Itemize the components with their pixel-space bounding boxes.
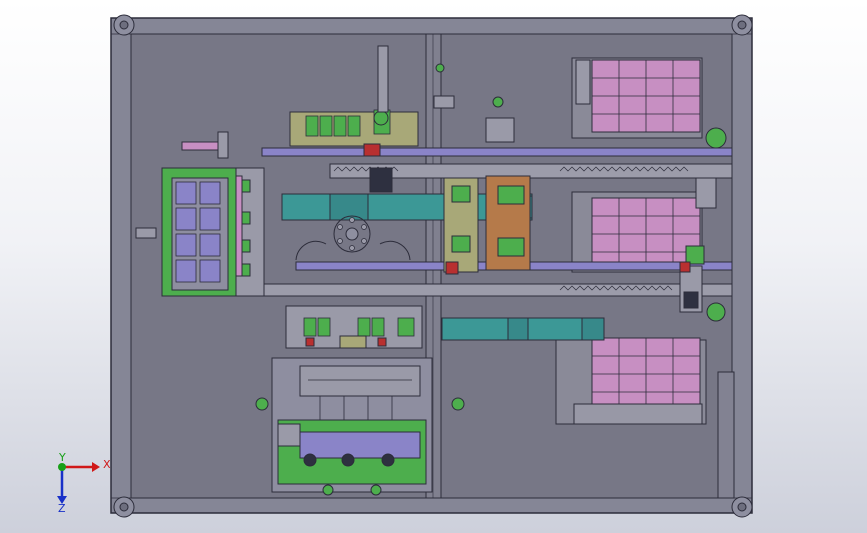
bottom-fixture-station	[271, 357, 433, 493]
corner-bolt-top-right	[731, 14, 753, 36]
x-axis-label: X	[103, 458, 111, 471]
lower-gripper-module	[285, 305, 423, 349]
y-axis-label: Y	[58, 451, 66, 464]
corner-bolt-top-left	[113, 14, 135, 36]
cad-viewport[interactable]: X Y Z	[0, 0, 867, 533]
y-axis-dot	[58, 463, 66, 471]
left-fixture-block	[161, 167, 265, 297]
coordinate-triad: X Y Z	[57, 451, 111, 515]
z-axis-label: Z	[58, 502, 66, 515]
side-panel-right	[717, 371, 735, 499]
orange-module	[443, 175, 531, 275]
lower-teal-conveyor	[441, 317, 605, 341]
tray-stack-middle	[571, 191, 703, 273]
corner-bolt-bottom-right	[731, 496, 753, 518]
tray-stack-top	[571, 57, 703, 139]
tray-stack-bottom	[555, 337, 707, 425]
x-axis-arrowhead	[92, 462, 100, 472]
corner-bolt-bottom-left	[113, 496, 135, 518]
